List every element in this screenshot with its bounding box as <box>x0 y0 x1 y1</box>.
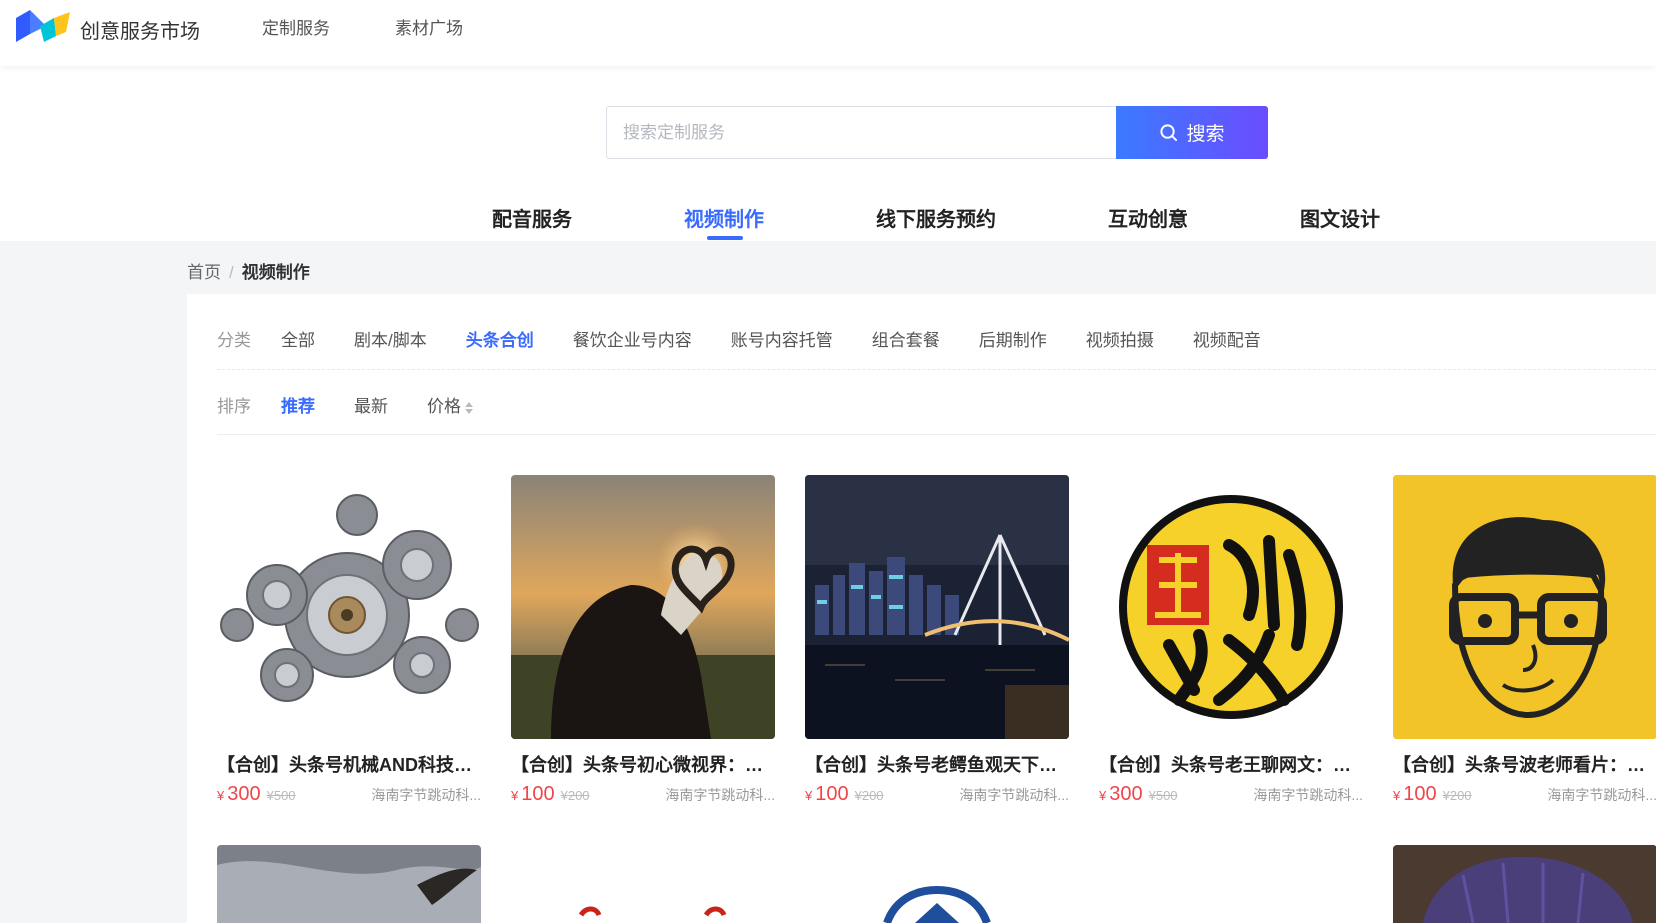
filter-bundle[interactable]: 组合套餐 <box>872 326 940 351</box>
search-area: 搜索 配音服务 视频制作 线下服务预约 互动创意 图文设计 <box>0 66 1656 241</box>
search-button-label: 搜索 <box>1186 124 1225 145</box>
tab-interactive-creative[interactable]: 互动创意 <box>1108 203 1188 232</box>
brand-name[interactable]: 创意服务市场 <box>80 15 200 44</box>
card-original-price: ¥200 <box>854 788 884 803</box>
content-panel: 分类 全部 剧本/脚本 头条合创 餐饮企业号内容 账号内容托管 组合套餐 后期制… <box>187 294 1656 923</box>
card-meta: ¥ 100 ¥200 海南字节跳动科... <box>805 783 1069 806</box>
brand-logo-icon[interactable] <box>16 10 70 42</box>
card-seller: 海南字节跳动科... <box>959 787 1069 803</box>
nav-material-square[interactable]: 素材广场 <box>395 14 463 39</box>
card-seller: 海南字节跳动科... <box>665 787 775 803</box>
card-price: 100 <box>815 783 849 805</box>
service-card[interactable]: 【合创】头条号波老师看片：定... ¥ 100 ¥200 海南字节跳动科... <box>1393 475 1656 806</box>
sort-newest[interactable]: 最新 <box>354 392 388 417</box>
search-button[interactable]: 搜索 <box>1116 106 1268 159</box>
gears-image <box>220 494 479 702</box>
card-thumbnail[interactable] <box>805 475 1069 739</box>
search-input[interactable] <box>607 107 1116 158</box>
sort-divider <box>217 434 1656 435</box>
tab-dubbing[interactable]: 配音服务 <box>492 203 572 232</box>
blue-emblem-image <box>805 845 1069 923</box>
card-meta: ¥ 100 ¥200 海南字节跳动科... <box>1393 783 1656 806</box>
sort-row: 排序 推荐 最新 价格 <box>217 392 513 417</box>
tab-video-production[interactable]: 视频制作 <box>684 203 764 232</box>
service-card[interactable]: 【合创】头条号机械AND科技：... ¥ 300 ¥500 海南字节跳动科... <box>217 475 481 806</box>
service-card[interactable]: 【合创】头条号初心微视界：定... ¥ 100 ¥200 海南字节跳动科... <box>511 475 775 806</box>
card-thumbnail[interactable] <box>511 475 775 739</box>
card-original-price: ¥500 <box>1148 788 1178 803</box>
top-header: 创意服务市场 定制服务 素材广场 <box>0 0 1656 66</box>
card-price: 100 <box>521 783 555 805</box>
card-thumbnail[interactable] <box>511 845 775 923</box>
category-filter-row: 分类 全部 剧本/脚本 头条合创 餐饮企业号内容 账号内容托管 组合套餐 后期制… <box>217 326 1300 351</box>
card-original-price: ¥500 <box>266 788 296 803</box>
service-card[interactable]: 【合创】头条号老王聊网文：定... ¥ 300 ¥500 海南字节跳动科... <box>1099 475 1363 806</box>
sunset-photo <box>511 475 775 739</box>
card-thumbnail[interactable] <box>217 475 481 739</box>
breadcrumb-home[interactable]: 首页 <box>187 263 221 282</box>
filter-divider <box>217 369 1656 370</box>
card-seller: 海南字节跳动科... <box>1547 787 1656 803</box>
card-thumbnail[interactable] <box>1099 475 1363 739</box>
currency-symbol: ¥ <box>217 788 225 803</box>
card-price: 300 <box>1109 783 1143 805</box>
card-title[interactable]: 【合创】头条号初心微视界：定... <box>511 751 775 777</box>
filter-catering-account[interactable]: 餐饮企业号内容 <box>573 326 692 351</box>
card-title[interactable]: 【合创】头条号老鳄鱼观天下：... <box>805 751 1069 777</box>
card-meta: ¥ 300 ¥500 海南字节跳动科... <box>1099 783 1363 806</box>
card-title[interactable]: 【合创】头条号老王聊网文：定... <box>1099 751 1363 777</box>
card-thumbnail[interactable] <box>805 845 1069 923</box>
red-ornament-image <box>511 845 775 923</box>
breadcrumb: 首页 / 视频制作 <box>187 258 310 283</box>
search-box <box>606 106 1116 159</box>
card-thumbnail[interactable] <box>1393 845 1656 923</box>
category-filter-label: 分类 <box>217 331 251 350</box>
card-thumbnail[interactable] <box>217 845 481 923</box>
card-seller: 海南字节跳动科... <box>1253 787 1363 803</box>
card-original-price: ¥200 <box>1442 788 1472 803</box>
filter-all[interactable]: 全部 <box>281 326 315 351</box>
eagle-sky-photo <box>217 845 481 923</box>
breadcrumb-current: 视频制作 <box>241 263 310 282</box>
calligraphy-logo <box>1119 495 1343 719</box>
filter-post-production[interactable]: 后期制作 <box>979 326 1047 351</box>
card-title[interactable]: 【合创】头条号波老师看片：定... <box>1393 751 1656 777</box>
knit-hat-photo <box>1393 845 1656 923</box>
filter-script[interactable]: 剧本/脚本 <box>354 326 427 351</box>
active-tab-indicator <box>707 236 743 240</box>
tab-offline-booking[interactable]: 线下服务预约 <box>876 203 996 232</box>
nav-custom-service[interactable]: 定制服务 <box>262 14 330 39</box>
filter-video-dubbing[interactable]: 视频配音 <box>1193 326 1261 351</box>
card-price: 300 <box>227 783 261 805</box>
currency-symbol: ¥ <box>805 788 813 803</box>
night-city-photo <box>805 475 1069 739</box>
currency-symbol: ¥ <box>1099 788 1107 803</box>
card-title[interactable]: 【合创】头条号机械AND科技：... <box>217 751 481 777</box>
filter-toutiao-cocreate[interactable]: 头条合创 <box>466 326 534 351</box>
currency-symbol: ¥ <box>511 788 519 803</box>
card-price: 100 <box>1403 783 1437 805</box>
filter-account-hosting[interactable]: 账号内容托管 <box>731 326 833 351</box>
sort-recommended[interactable]: 推荐 <box>281 392 315 417</box>
currency-symbol: ¥ <box>1393 788 1401 803</box>
card-meta: ¥ 300 ¥500 海南字节跳动科... <box>217 783 481 806</box>
card-seller: 海南字节跳动科... <box>371 787 481 803</box>
sort-arrows-icon <box>465 401 473 414</box>
card-original-price: ¥200 <box>560 788 590 803</box>
sort-label: 排序 <box>217 397 251 416</box>
service-card[interactable]: 【合创】头条号老鳄鱼观天下：... ¥ 100 ¥200 海南字节跳动科... <box>805 475 1069 806</box>
card-thumbnail[interactable] <box>1393 475 1656 739</box>
breadcrumb-separator: / <box>229 263 234 282</box>
search-icon <box>1160 124 1178 142</box>
cartoon-face-image <box>1393 475 1656 739</box>
sort-price[interactable]: 价格 <box>427 392 474 417</box>
sort-price-label: 价格 <box>427 397 461 416</box>
card-meta: ¥ 100 ¥200 海南字节跳动科... <box>511 783 775 806</box>
tab-graphic-design[interactable]: 图文设计 <box>1300 203 1380 232</box>
filter-video-shooting[interactable]: 视频拍摄 <box>1086 326 1154 351</box>
